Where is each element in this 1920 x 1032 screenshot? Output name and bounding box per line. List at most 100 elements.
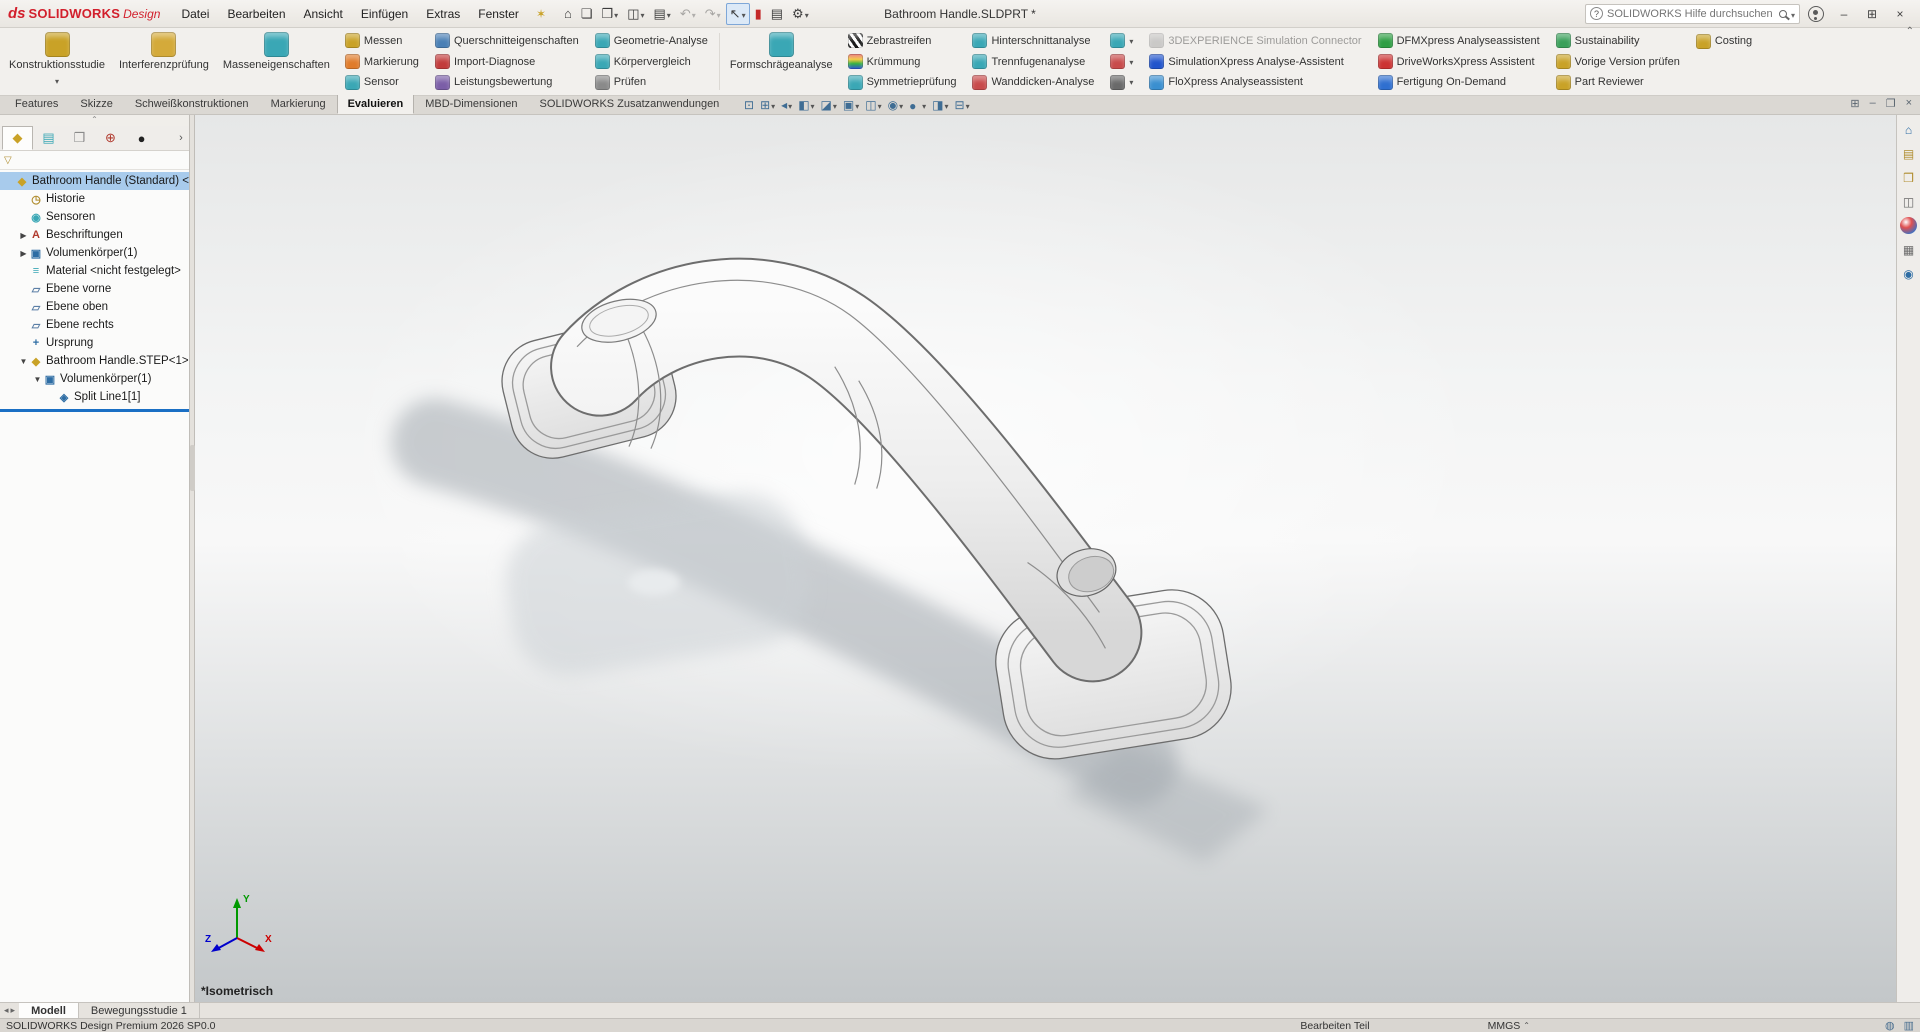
dynamic-annotation-icon[interactable]: ◪: [819, 97, 839, 113]
close-window-icon[interactable]: ×: [1906, 97, 1912, 110]
units-selector[interactable]: MMGS ⌃: [1488, 1020, 1530, 1032]
ribbon-button[interactable]: DFMXpress Analyseassistent: [1375, 31, 1543, 51]
previous-view-icon[interactable]: ◂: [779, 97, 794, 113]
ribbon-button[interactable]: Prüfen: [592, 72, 711, 92]
close-button[interactable]: ×: [1888, 7, 1912, 21]
apply-scene-icon[interactable]: ◨: [930, 97, 950, 113]
ribbon-button[interactable]: FloXpress Analyseassistent: [1146, 72, 1364, 92]
menu-item[interactable]: Bearbeiten: [218, 3, 294, 25]
panel-collapse-icon[interactable]: ⌃: [0, 115, 189, 126]
view-palette-icon[interactable]: ◫: [1900, 193, 1917, 210]
options-list-icon[interactable]: ▤: [767, 3, 787, 25]
restore-window-icon[interactable]: ❐: [1886, 97, 1896, 110]
tree-item[interactable]: ▱ Ebene oben: [0, 298, 189, 316]
taskpane-home-icon[interactable]: ⌂: [1900, 121, 1917, 138]
ribbon-button[interactable]: Krümmung: [845, 52, 960, 72]
tree-expand-arrow[interactable]: ▼: [18, 357, 29, 366]
maximize-button[interactable]: ⊞: [1860, 7, 1884, 21]
command-tab[interactable]: Schweißkonstruktionen: [124, 95, 260, 114]
tab-scroll-left-icon[interactable]: ◂: [4, 1005, 9, 1016]
home-icon[interactable]: ⌂: [560, 3, 576, 24]
tree-item[interactable]: ▱ Ebene rechts: [0, 316, 189, 334]
ribbon-button[interactable]: DriveWorksXpress Assistent: [1375, 52, 1543, 72]
design-library-icon[interactable]: ▤: [1900, 145, 1917, 162]
menu-item[interactable]: Ansicht: [295, 3, 352, 25]
solidworks-forum-icon[interactable]: ◉: [1900, 265, 1917, 282]
tree-item[interactable]: ▱ Ebene vorne: [0, 280, 189, 298]
dimxpertmanager-tab-icon[interactable]: ⊕: [95, 126, 126, 150]
ribbon-button[interactable]: Geometrie-Analyse: [592, 31, 711, 51]
ribbon-button[interactable]: Sustainability: [1553, 31, 1683, 51]
dropdown-arrow-icon[interactable]: [811, 98, 815, 112]
tree-item[interactable]: ◉ Sensoren: [0, 208, 189, 226]
command-tab[interactable]: MBD-Dimensionen: [414, 95, 528, 114]
3d-marker-icon[interactable]: ▮: [751, 3, 766, 25]
dropdown-arrow-icon[interactable]: [966, 98, 970, 112]
tree-item[interactable]: ◷ Historie: [0, 190, 189, 208]
dropdown-arrow-icon[interactable]: [614, 6, 618, 21]
menu-item[interactable]: Einfügen: [352, 3, 417, 25]
dropdown-arrow-icon[interactable]: [717, 6, 721, 21]
ribbon-button[interactable]: Sensor: [342, 72, 422, 92]
tree-item[interactable]: ▼ ◆ Bathroom Handle.STEP<1> ->: [0, 352, 189, 370]
tree-item[interactable]: ◆ Bathroom Handle (Standard) <<Stand: [0, 172, 189, 190]
command-tab[interactable]: Features: [4, 95, 69, 114]
dropdown-arrow-icon[interactable]: [878, 98, 882, 112]
ribbon-button[interactable]: Vorige Version prüfen: [1553, 52, 1683, 72]
appearances-scenes-icon[interactable]: ●: [1900, 217, 1917, 234]
ribbon-button[interactable]: Markierung: [342, 52, 422, 72]
dropdown-arrow-icon[interactable]: [855, 98, 859, 112]
ribbon-button[interactable]: Import-Diagnose: [432, 52, 582, 72]
tree-item[interactable]: ▶ ▣ Volumenkörper(1): [0, 244, 189, 262]
zoom-fit-icon[interactable]: ⊡: [742, 97, 756, 113]
dropdown-arrow-icon[interactable]: [667, 6, 671, 21]
rollback-bar[interactable]: [0, 409, 189, 412]
tree-expand-arrow[interactable]: ▶: [18, 231, 29, 240]
menu-item[interactable]: Fenster: [469, 3, 528, 25]
dropdown-arrow-icon[interactable]: [1129, 35, 1133, 47]
units-dropdown-caret-icon[interactable]: ⌃: [1523, 1021, 1530, 1030]
ribbon-button[interactable]: [1107, 31, 1136, 51]
dropdown-arrow-icon[interactable]: [922, 98, 926, 112]
tab-scroll-right-icon[interactable]: ▸: [11, 1005, 16, 1016]
ribbon-button[interactable]: Leistungsbewertung: [432, 72, 582, 92]
dropdown-arrow-icon[interactable]: [899, 98, 903, 112]
open-document-icon[interactable]: ❒: [598, 3, 623, 25]
dropdown-arrow-icon[interactable]: [55, 73, 59, 87]
dropdown-arrow-icon[interactable]: [788, 98, 792, 112]
view-orientation-icon[interactable]: ▣: [841, 97, 861, 113]
ribbon-button[interactable]: Symmetrieprüfung: [845, 72, 960, 92]
pin-menu-icon[interactable]: ✶: [530, 5, 552, 23]
section-view-icon[interactable]: ◧: [796, 97, 816, 113]
dropdown-arrow-icon[interactable]: [1129, 56, 1133, 68]
tree-expand-arrow[interactable]: ▶: [18, 249, 29, 258]
dropdown-arrow-icon[interactable]: [742, 6, 746, 21]
zoom-area-icon[interactable]: ⊞: [758, 97, 777, 113]
dropdown-arrow-icon[interactable]: [833, 98, 837, 112]
search-dropdown-icon[interactable]: [1791, 7, 1795, 21]
feature-tree-filter-input[interactable]: [16, 153, 185, 167]
custom-properties-icon[interactable]: ▦: [1900, 241, 1917, 258]
ribbon-button[interactable]: Hinterschnittanalyse: [969, 31, 1097, 51]
edit-appearance-icon[interactable]: ●: [907, 97, 928, 113]
propertymanager-tab-icon[interactable]: ▤: [33, 126, 64, 150]
ribbon-button[interactable]: Zebrastreifen: [845, 31, 960, 51]
minimize-button[interactable]: –: [1832, 7, 1856, 21]
dropdown-arrow-icon[interactable]: [692, 6, 696, 21]
ribbon-big-button[interactable]: Formschrägeanalyse: [723, 29, 840, 94]
dropdown-arrow-icon[interactable]: [805, 6, 809, 21]
hide-show-items-icon[interactable]: ◉: [886, 97, 906, 113]
minimize-window-icon[interactable]: –: [1870, 97, 1876, 110]
search-icon[interactable]: [1779, 10, 1787, 18]
3d-model-bathroom-handle[interactable]: [195, 115, 1896, 1002]
view-settings-icon[interactable]: ⊟: [953, 97, 972, 113]
new-document-icon[interactable]: ❏: [577, 3, 597, 25]
dropdown-arrow-icon[interactable]: [771, 98, 775, 112]
file-explorer-icon[interactable]: ❒: [1900, 169, 1917, 186]
taskpane-toggle-icon[interactable]: ▥: [1904, 1019, 1914, 1032]
configurationmanager-tab-icon[interactable]: ❒: [64, 126, 95, 150]
panel-expand-icon[interactable]: ›: [173, 126, 189, 150]
save-icon[interactable]: ◫: [623, 3, 648, 25]
web-status-icon[interactable]: ◍: [1885, 1019, 1895, 1032]
redo-icon[interactable]: ↷: [701, 3, 725, 25]
